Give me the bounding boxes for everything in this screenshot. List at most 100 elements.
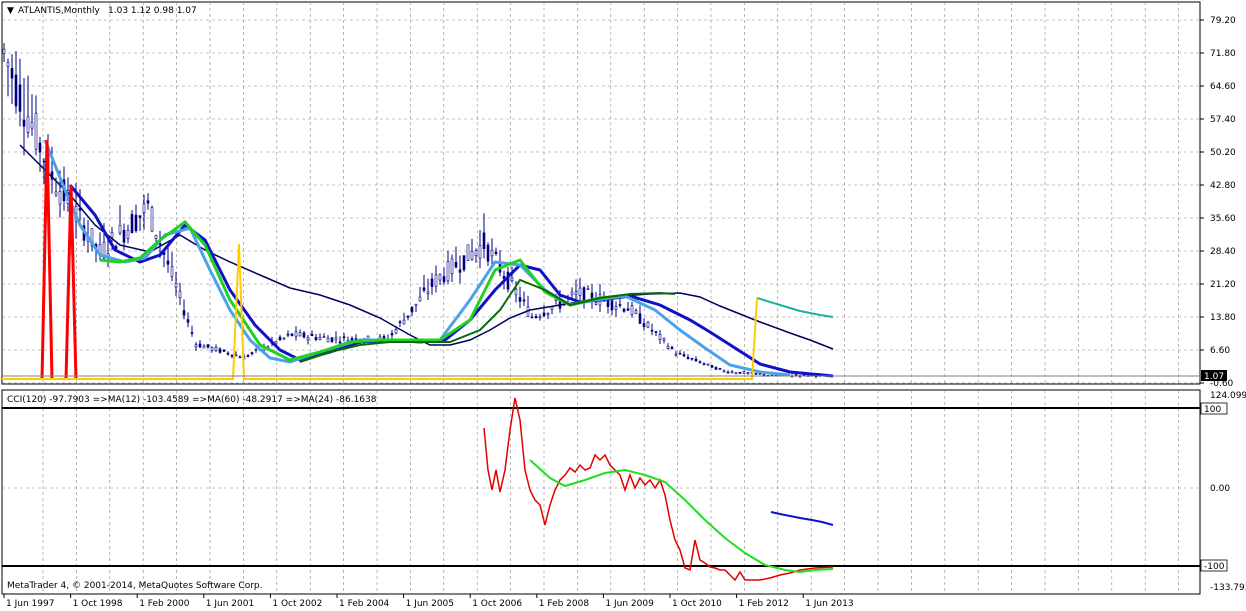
candle-body	[18, 84, 22, 112]
time-axis-label: 1 Feb 2012	[739, 599, 789, 609]
candle-body	[30, 121, 34, 129]
candle-body	[550, 306, 554, 310]
candle-body	[446, 261, 450, 282]
main-price-tick-label: 50.20	[1210, 148, 1236, 158]
copyright-text: MetaTrader 4, © 2001-2014, MetaQuotes So…	[7, 581, 263, 591]
candle-body	[342, 336, 346, 339]
candle-body	[674, 353, 678, 356]
candle-body	[542, 312, 546, 317]
candle-body	[170, 266, 174, 277]
candle-body	[486, 244, 490, 262]
candle-body	[122, 230, 126, 243]
main-price-tick-label: 79.20	[1210, 16, 1236, 26]
cci-tick-minus100: -100	[1204, 562, 1225, 572]
candle-body	[42, 160, 46, 163]
candle-body	[654, 331, 658, 333]
cci-tick-top: 124.0991	[1210, 391, 1246, 401]
candle-body	[38, 142, 42, 153]
candle-body	[578, 287, 582, 296]
main-price-tick-label: 71.80	[1210, 49, 1236, 59]
candle-body	[678, 352, 682, 355]
candle-body	[130, 214, 134, 234]
candle-body	[742, 371, 746, 374]
candle-body	[722, 370, 726, 373]
candle-body	[326, 337, 330, 343]
candle-body	[178, 290, 182, 299]
candle-body	[470, 251, 474, 260]
candle-body	[298, 332, 302, 337]
candle-body	[690, 357, 694, 360]
candle-body	[6, 62, 10, 67]
candle-body	[686, 356, 690, 360]
time-axis-label: 1 Feb 2000	[139, 599, 190, 609]
candle-body	[54, 191, 58, 196]
candle-body	[726, 371, 730, 374]
candle-body	[322, 336, 326, 338]
time-axis-label: 1 Feb 2008	[539, 599, 590, 609]
candle-body	[494, 251, 498, 254]
candle-body	[390, 333, 394, 336]
cci-indicator-axis[interactable]: 124.0991 100 0.00 -100 -133.793	[1200, 391, 1246, 593]
time-axis-label: 1 Jun 2005	[406, 599, 454, 609]
candle-body	[530, 316, 534, 319]
candle-body	[238, 356, 242, 359]
candle-body	[462, 255, 466, 271]
candle-body	[694, 358, 698, 362]
main-price-tick-label: -0.60	[1210, 379, 1234, 389]
candle-body	[630, 305, 634, 315]
candle-body	[334, 337, 338, 340]
candle-body	[594, 302, 598, 305]
main-price-tick-label: 64.60	[1210, 82, 1236, 92]
candle-body	[382, 336, 386, 339]
candle-body	[198, 343, 202, 348]
candle-body	[570, 291, 574, 295]
candle-body	[182, 310, 186, 316]
candle-body	[142, 203, 146, 213]
candle-body	[698, 361, 702, 364]
candle-body	[218, 348, 222, 353]
candle-body	[214, 347, 218, 351]
candle-body	[706, 363, 710, 366]
candle-body	[522, 299, 526, 302]
candle-body	[126, 230, 130, 239]
candle-body	[466, 244, 470, 261]
candle-body	[642, 323, 646, 327]
candle-body	[186, 319, 190, 323]
candle-body	[294, 331, 298, 337]
candle-body	[222, 349, 226, 352]
candle-body	[762, 374, 766, 376]
candle-body	[450, 258, 454, 274]
candle-body	[418, 296, 422, 302]
candle-body	[250, 352, 254, 355]
candle-body	[442, 276, 446, 283]
main-pane[interactable]	[1, 1, 1201, 385]
candle-body	[658, 334, 662, 340]
candle-body	[746, 372, 750, 374]
candle-body	[118, 224, 122, 234]
cci-pane[interactable]	[1, 389, 1201, 595]
time-axis-label: 1 Jun 1997	[6, 599, 54, 609]
main-price-tick-label: 57.40	[1210, 115, 1236, 125]
candle-body	[474, 250, 478, 256]
candle-body	[622, 308, 626, 312]
candle-body	[634, 310, 638, 314]
candle-body	[10, 67, 14, 79]
time-axis-label: 1 Oct 2002	[272, 599, 322, 609]
time-axis-label: 1 Jun 2013	[805, 599, 853, 609]
main-price-tick-label: 13.80	[1210, 313, 1236, 323]
candle-body	[454, 261, 458, 268]
candle-body	[402, 319, 406, 325]
cci-header: CCI(120) -97.7903 =>MA(12) -103.4589 =>M…	[7, 395, 377, 405]
candle-body	[574, 291, 578, 295]
metatrader-chart[interactable]: 1.07 ▼ ATLANTIS,Monthly 1.03 1.12 0.98 1…	[0, 0, 1246, 611]
candle-body	[230, 354, 234, 357]
time-axis[interactable]: 1 Jun 1997 1 Oct 1998 1 Feb 2000 1 Jun 2001…	[3, 594, 854, 609]
candle-body	[306, 337, 310, 341]
main-price-axis[interactable]: 79.20 71.80 64.60 57.40 50.20 42.80 35.60 28.40…	[1200, 16, 1236, 389]
candle-body	[586, 288, 590, 291]
candle-body	[302, 332, 306, 338]
candle-body	[422, 287, 426, 291]
candle-body	[702, 363, 706, 365]
candle-body	[34, 112, 38, 150]
candle-body	[618, 304, 622, 306]
